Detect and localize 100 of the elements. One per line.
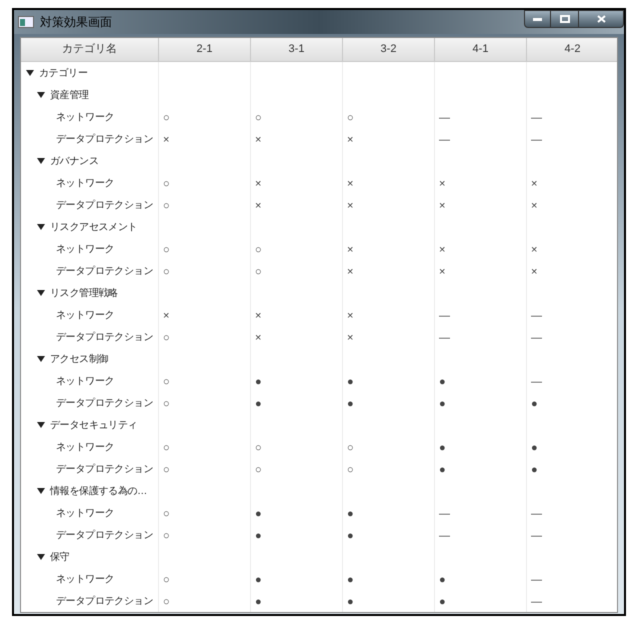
table-cell: — xyxy=(531,376,542,388)
column-header[interactable]: 4-2 xyxy=(527,38,617,61)
tree-item-label[interactable]: アクセス制御 xyxy=(50,352,108,366)
table-cell: ● xyxy=(439,596,446,608)
table-cell: × xyxy=(255,200,262,212)
table-cell: × xyxy=(439,200,446,212)
table-cell: ○ xyxy=(255,266,262,278)
collapse-triangle-icon[interactable] xyxy=(37,355,45,363)
collapse-triangle-icon[interactable] xyxy=(37,223,45,231)
table-cell: × xyxy=(255,332,262,344)
table-cell: ● xyxy=(439,376,446,388)
tree-item-label[interactable]: データプロテクション xyxy=(56,528,154,542)
table-cell: — xyxy=(439,310,450,322)
table-cell: ● xyxy=(255,596,262,608)
tree-item-label[interactable]: ネットワーク xyxy=(56,242,114,256)
tree-item-label[interactable]: 保守 xyxy=(50,550,70,564)
column-header[interactable]: カテゴリ名 xyxy=(21,38,159,61)
tree-item-label[interactable]: 情報を保護する為の… xyxy=(50,484,148,498)
table-cell: ● xyxy=(347,574,354,586)
tree-item-label[interactable]: ネットワーク xyxy=(56,572,114,586)
app-icon xyxy=(18,16,34,28)
tree-item-label[interactable]: データセキュリティ xyxy=(50,418,138,432)
table-cell: × xyxy=(255,134,262,146)
table-cell: ● xyxy=(531,398,538,410)
table-cell: × xyxy=(439,266,446,278)
table-cell: — xyxy=(439,530,450,542)
collapse-triangle-icon[interactable] xyxy=(37,553,45,561)
tree-item-label[interactable]: データプロテクション xyxy=(56,330,154,344)
close-button[interactable] xyxy=(578,10,624,28)
close-icon xyxy=(596,15,606,23)
table-cell: — xyxy=(439,508,450,520)
table-cell: ● xyxy=(255,376,262,388)
table-cell: × xyxy=(531,178,538,190)
table-cell: ● xyxy=(347,398,354,410)
table-cell: — xyxy=(531,574,542,586)
tree-item-label[interactable]: データプロテクション xyxy=(56,264,154,278)
table-cell: ○ xyxy=(163,596,170,608)
tree-item-label[interactable]: ネットワーク xyxy=(56,176,114,190)
minimize-button[interactable] xyxy=(524,10,551,28)
tree-item-label[interactable]: データプロテクション xyxy=(56,132,154,146)
tree-item-label[interactable]: カテゴリー xyxy=(39,66,88,80)
table-cell: ○ xyxy=(163,376,170,388)
table-cell: × xyxy=(347,178,354,190)
table-cell: ○ xyxy=(163,178,170,190)
table-cell: ○ xyxy=(163,112,170,124)
column-header[interactable]: 3-2 xyxy=(343,38,435,61)
tree-item-label[interactable]: 資産管理 xyxy=(50,88,89,102)
table-cell: ○ xyxy=(163,508,170,520)
table-cell: × xyxy=(347,244,354,256)
column-header[interactable]: 3-1 xyxy=(251,38,343,61)
table-cell: ○ xyxy=(255,112,262,124)
table-cell: — xyxy=(531,134,542,146)
window-title: 対策効果画面 xyxy=(40,14,112,31)
table-cell: ○ xyxy=(163,398,170,410)
collapse-triangle-icon[interactable] xyxy=(26,69,34,77)
tree-item-label[interactable]: ネットワーク xyxy=(56,308,114,322)
collapse-triangle-icon[interactable] xyxy=(37,289,45,297)
table-cell: × xyxy=(531,266,538,278)
column-header[interactable]: 4-1 xyxy=(435,38,527,61)
tree-item-label[interactable]: データプロテクション xyxy=(56,198,154,212)
tree-item-label[interactable]: ネットワーク xyxy=(56,110,114,124)
table-cell: × xyxy=(347,134,354,146)
tree-item-label[interactable]: ネットワーク xyxy=(56,374,114,388)
table-cell: × xyxy=(439,244,446,256)
tree-item-label[interactable]: リスク管理戦略 xyxy=(50,286,118,300)
table-cell: — xyxy=(531,596,542,608)
table-cell: ● xyxy=(255,530,262,542)
tree-item-label[interactable]: ネットワーク xyxy=(56,440,114,454)
table-cell: ○ xyxy=(347,442,354,454)
table-cell: ● xyxy=(439,442,446,454)
table-cell: — xyxy=(531,332,542,344)
minimize-icon xyxy=(533,18,542,20)
maximize-icon xyxy=(560,15,570,23)
table-cell: ● xyxy=(439,464,446,476)
table-cell: × xyxy=(531,244,538,256)
tree-item-label[interactable]: リスクアセスメント xyxy=(50,220,138,234)
table-cell: × xyxy=(347,310,354,322)
table-cell: × xyxy=(163,310,170,322)
table-cell: × xyxy=(347,200,354,212)
maximize-button[interactable] xyxy=(551,10,578,28)
tree-item-label[interactable]: データプロテクション xyxy=(56,462,154,476)
table-cell: × xyxy=(439,178,446,190)
tree-item-label[interactable]: ネットワーク xyxy=(56,506,114,520)
tree-item-label[interactable]: ガバナンス xyxy=(50,154,99,168)
table-cell: × xyxy=(531,200,538,212)
table-cell: ● xyxy=(347,530,354,542)
table-cell: — xyxy=(439,332,450,344)
table-cell: × xyxy=(255,178,262,190)
table-cell: ○ xyxy=(163,574,170,586)
collapse-triangle-icon[interactable] xyxy=(37,91,45,99)
collapse-triangle-icon[interactable] xyxy=(37,487,45,495)
tree-item-label[interactable]: データプロテクション xyxy=(56,396,154,410)
table-cell: ● xyxy=(531,464,538,476)
table-cell: ○ xyxy=(163,266,170,278)
column-header[interactable]: 2-1 xyxy=(159,38,251,61)
collapse-triangle-icon[interactable] xyxy=(37,157,45,165)
table-cell: ○ xyxy=(163,530,170,542)
collapse-triangle-icon[interactable] xyxy=(37,421,45,429)
table-cell: — xyxy=(531,310,542,322)
tree-item-label[interactable]: データプロテクション xyxy=(56,594,154,608)
